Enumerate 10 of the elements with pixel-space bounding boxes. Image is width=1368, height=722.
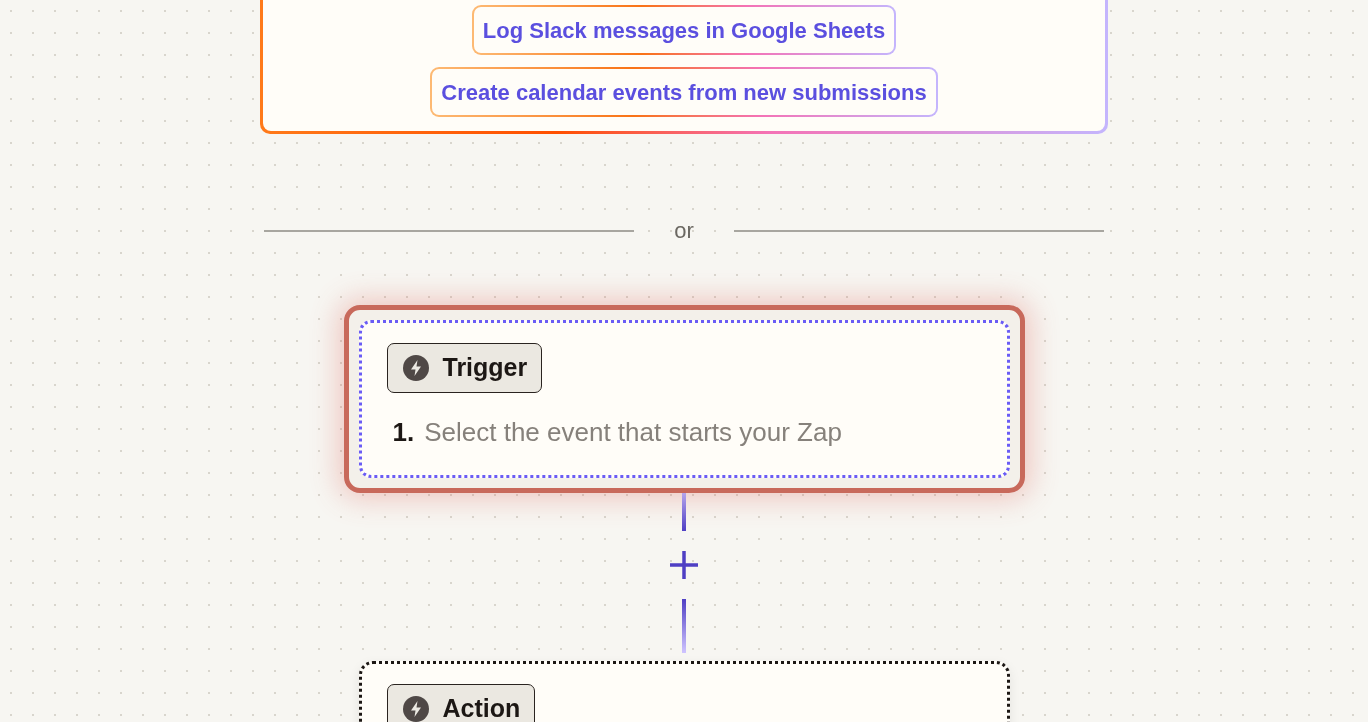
step-type-label: Trigger (442, 352, 528, 384)
divider-label: or (674, 217, 694, 245)
trigger-step-card[interactable]: Trigger 1. Select the event that starts your Zap (343, 305, 1025, 493)
plus-icon (669, 550, 699, 580)
suggestion-chip[interactable]: Log Slack messages in Google Sheets (471, 5, 897, 55)
lightning-icon (401, 354, 430, 382)
step-number: 1. (392, 416, 415, 449)
step-description: Select the event that starts your Zap (424, 416, 842, 449)
suggestion-chip[interactable]: Create calendar events from new submissions (430, 67, 938, 117)
step-type-label: Action (442, 693, 521, 722)
